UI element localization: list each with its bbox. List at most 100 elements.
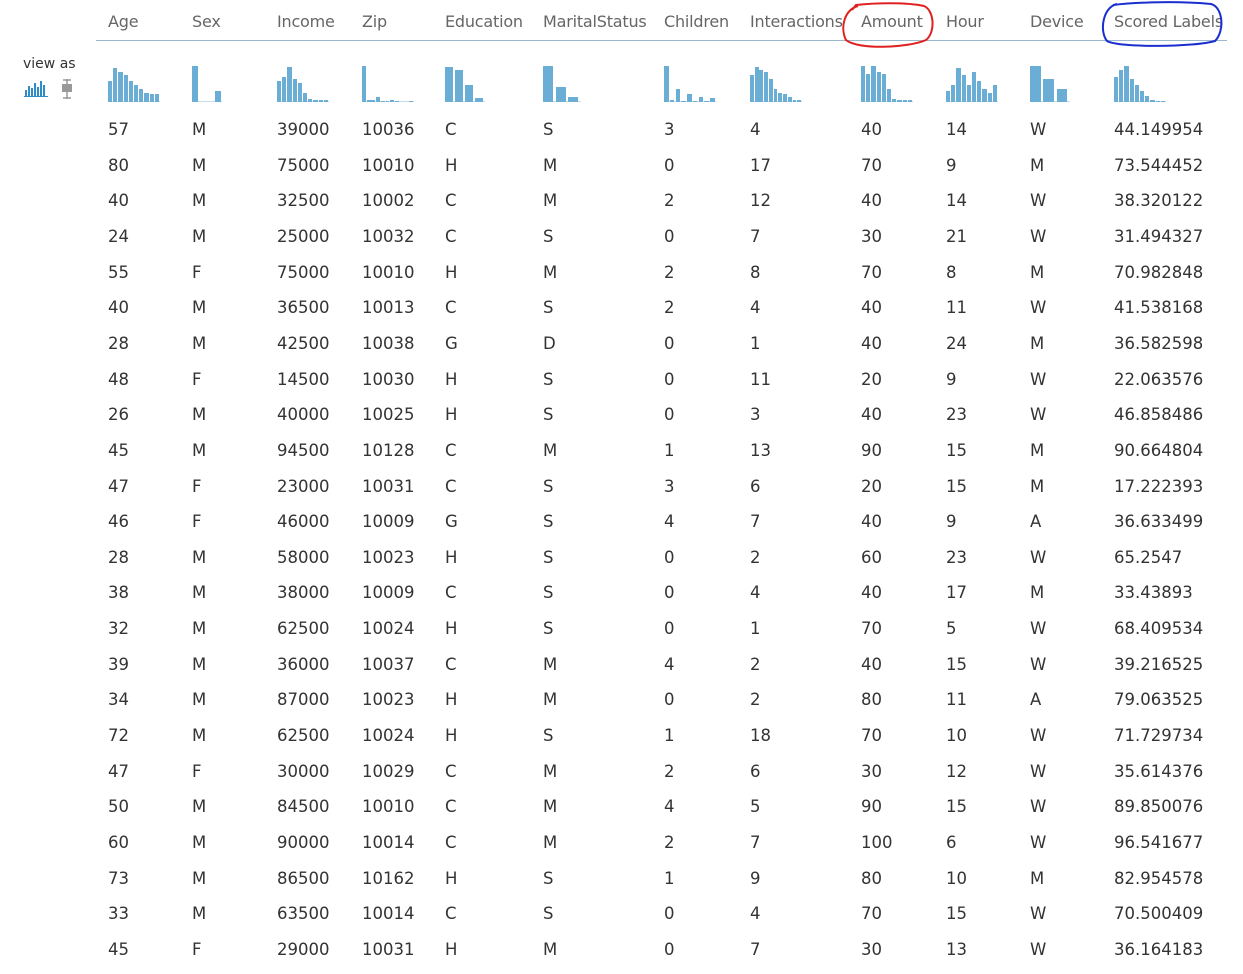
column-header-income[interactable]: Income bbox=[277, 12, 335, 31]
cell-interactions: 7 bbox=[750, 226, 761, 246]
histogram-children[interactable] bbox=[664, 62, 716, 102]
cell-children: 4 bbox=[664, 654, 675, 674]
cell-zip: 10036 bbox=[362, 120, 415, 139]
cell-education: C bbox=[445, 654, 457, 674]
histogram-bar bbox=[113, 67, 118, 102]
histogram-device[interactable] bbox=[1030, 62, 1070, 102]
cell-amount: 100 bbox=[861, 833, 893, 852]
histogram-bar bbox=[759, 69, 764, 102]
cell-age: 46 bbox=[108, 512, 129, 532]
column-header-maritalstatus[interactable]: MaritalStatus bbox=[543, 12, 647, 31]
cell-income: 14500 bbox=[277, 369, 330, 389]
histogram-bar bbox=[977, 81, 982, 102]
histogram-icon[interactable] bbox=[24, 79, 48, 97]
cell-amount: 90 bbox=[861, 797, 882, 817]
column-header-hour[interactable]: Hour bbox=[946, 12, 984, 31]
cell-device: W bbox=[1030, 547, 1047, 567]
cell-maritalstatus: S bbox=[543, 369, 554, 389]
histogram-bar bbox=[475, 98, 483, 102]
table-row: 50 M 84500 10010 C M 4 5 90 15 W 89.850076 bbox=[0, 797, 1243, 827]
cell-age: 39 bbox=[108, 654, 129, 674]
histogram-maritalstatus[interactable] bbox=[543, 62, 581, 102]
cell-maritalstatus: S bbox=[543, 547, 554, 567]
cell-maritalstatus: M bbox=[543, 262, 558, 282]
cell-income: 62500 bbox=[277, 726, 330, 746]
histogram-education[interactable] bbox=[445, 62, 485, 102]
cell-hour: 15 bbox=[946, 797, 967, 817]
cell-hour: 11 bbox=[946, 690, 967, 710]
histogram-bar bbox=[1114, 77, 1119, 102]
histogram-bar bbox=[154, 94, 159, 102]
cell-zip: 10031 bbox=[362, 476, 415, 496]
cell-zip: 10010 bbox=[362, 797, 415, 817]
histogram-amount[interactable] bbox=[861, 62, 913, 102]
histogram-bar bbox=[282, 77, 287, 102]
histogram-bar bbox=[792, 99, 797, 102]
column-header-device[interactable]: Device bbox=[1030, 12, 1084, 31]
boxplot-icon[interactable] bbox=[60, 79, 74, 99]
cell-education: H bbox=[445, 547, 458, 567]
column-header-education[interactable]: Education bbox=[445, 12, 523, 31]
cell-maritalstatus: M bbox=[543, 440, 558, 460]
cell-sex: M bbox=[192, 726, 207, 746]
cell-scored-labels: 22.063576 bbox=[1114, 369, 1204, 389]
cell-age: 26 bbox=[108, 405, 129, 425]
cell-amount: 30 bbox=[861, 226, 882, 246]
column-header-age[interactable]: Age bbox=[108, 12, 139, 31]
histogram-bar bbox=[1134, 84, 1139, 102]
cell-sex: M bbox=[192, 833, 207, 852]
histogram-bar bbox=[543, 65, 554, 102]
cell-scored-labels: 38.320122 bbox=[1114, 191, 1204, 211]
cell-amount: 30 bbox=[861, 939, 882, 959]
histogram-bar bbox=[1119, 69, 1124, 102]
cell-age: 73 bbox=[108, 868, 129, 888]
cell-hour: 12 bbox=[946, 761, 967, 781]
histogram-bar bbox=[664, 65, 669, 102]
column-header-sex[interactable]: Sex bbox=[192, 12, 221, 31]
table-row: 38 M 38000 10009 C S 0 4 40 17 M 33.43893 bbox=[0, 583, 1243, 613]
cell-zip: 10009 bbox=[362, 583, 415, 603]
cell-scored-labels: 35.614376 bbox=[1114, 761, 1204, 781]
cell-children: 3 bbox=[664, 120, 675, 139]
histogram-bar bbox=[687, 93, 692, 102]
cell-amount: 40 bbox=[861, 191, 882, 211]
cell-income: 39000 bbox=[277, 120, 330, 139]
cell-device: M bbox=[1030, 440, 1045, 460]
histogram-bar bbox=[1124, 65, 1129, 102]
histogram-bar bbox=[871, 65, 876, 102]
cell-income: 90000 bbox=[277, 833, 330, 852]
column-header-children[interactable]: Children bbox=[664, 12, 729, 31]
column-header-interactions[interactable]: Interactions bbox=[750, 12, 843, 31]
cell-zip: 10162 bbox=[362, 868, 415, 888]
table-row: 72 M 62500 10024 H S 1 18 70 10 W 71.729734 bbox=[0, 726, 1243, 756]
cell-hour: 9 bbox=[946, 369, 957, 389]
histogram-sex[interactable] bbox=[192, 62, 222, 102]
histogram-zip[interactable] bbox=[362, 62, 414, 102]
column-header-zip[interactable]: Zip bbox=[362, 12, 387, 31]
cell-age: 28 bbox=[108, 547, 129, 567]
cell-children: 0 bbox=[664, 155, 675, 175]
cell-education: H bbox=[445, 155, 458, 175]
histogram-interactions[interactable] bbox=[750, 62, 802, 102]
histogram-income[interactable] bbox=[277, 62, 329, 102]
histogram-bar bbox=[987, 92, 992, 102]
cell-sex: F bbox=[192, 761, 202, 781]
cell-scored-labels: 46.858486 bbox=[1114, 405, 1204, 425]
cell-device: W bbox=[1030, 761, 1047, 781]
cell-age: 60 bbox=[108, 833, 129, 852]
cell-interactions: 12 bbox=[750, 191, 771, 211]
cell-interactions: 17 bbox=[750, 155, 771, 175]
histogram-bar bbox=[966, 84, 971, 102]
histogram-age[interactable] bbox=[108, 62, 160, 102]
histogram-bar bbox=[376, 97, 380, 102]
cell-device: W bbox=[1030, 797, 1047, 817]
cell-maritalstatus: S bbox=[543, 120, 554, 139]
histogram-hour[interactable] bbox=[946, 62, 998, 102]
cell-children: 0 bbox=[664, 583, 675, 603]
cell-hour: 15 bbox=[946, 440, 967, 460]
cell-children: 0 bbox=[664, 405, 675, 425]
cell-education: C bbox=[445, 226, 457, 246]
cell-scored-labels: 90.664804 bbox=[1114, 440, 1204, 460]
histogram-scored-labels[interactable] bbox=[1114, 62, 1166, 102]
cell-children: 2 bbox=[664, 761, 675, 781]
